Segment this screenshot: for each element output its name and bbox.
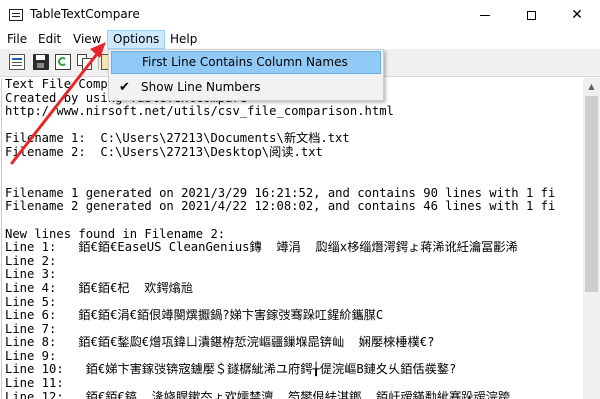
toolbar-separator [98,54,99,70]
report-text: Text File Compare Created by using Table… [5,78,556,399]
menu-options[interactable]: Options [107,30,166,49]
refresh-icon[interactable] [55,54,71,70]
menu-edit[interactable]: Edit [33,30,66,49]
checkmark-icon: ✔ [119,80,130,95]
menu-view[interactable]: View [68,30,106,49]
minimize-icon [480,14,490,16]
options-dropdown-menu: First Line Contains Column Names ✔ Show … [108,49,384,101]
menu-item-first-line-column-names[interactable]: First Line Contains Column Names [111,51,381,74]
copy-icon[interactable] [77,54,93,70]
menu-item-show-line-numbers[interactable]: ✔ Show Line Numbers [111,76,381,99]
app-icon [9,9,23,21]
menu-bar: File Edit View Options Help [0,30,600,49]
new-report-icon[interactable] [9,54,25,70]
report-text-area[interactable]: Text File Compare Created by using Table… [1,78,584,399]
maximize-icon [526,10,536,20]
maximize-button[interactable] [508,0,554,30]
menu-help[interactable]: Help [165,30,202,49]
menu-file[interactable]: File [2,30,32,49]
close-icon: ✕ [571,7,583,23]
save-icon[interactable] [33,54,49,70]
menu-item-label: First Line Contains Column Names [142,55,348,69]
title-bar: TableTextCompare ✕ [0,0,600,30]
vertical-scrollbar[interactable]: ▲ [583,78,600,399]
scroll-up-arrow-icon[interactable]: ▲ [583,78,600,95]
menu-item-label: Show Line Numbers [141,80,261,94]
minimize-button[interactable] [462,0,508,30]
window-title: TableTextCompare [30,7,140,21]
close-button[interactable]: ✕ [554,0,600,30]
scroll-thumb[interactable] [585,96,598,292]
